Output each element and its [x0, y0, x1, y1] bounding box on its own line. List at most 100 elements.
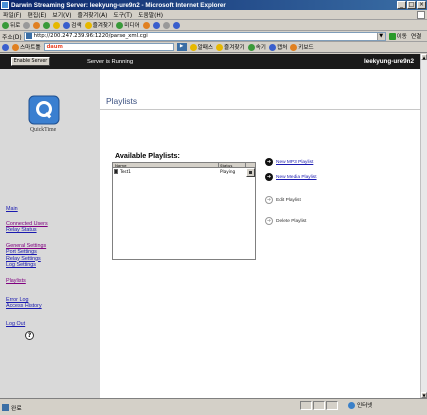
shorthand-label: 속기: [255, 45, 266, 51]
alpass-button[interactable]: 알패스: [189, 43, 213, 51]
nav-group-main: Main: [6, 206, 18, 212]
delete-playlist-action[interactable]: ➜ Delete Playlist: [265, 217, 306, 225]
quicktime-logo-text: QuickTime: [30, 127, 57, 133]
web-page: Enable Server Server is Running leekyung…: [0, 54, 420, 398]
minimize-button[interactable]: _: [397, 1, 406, 9]
menu-file[interactable]: 파일(F): [3, 10, 22, 19]
nav-group-logs: Error Log Access History: [6, 297, 42, 310]
title-divider: [100, 109, 420, 110]
nav-group-logout: Log Out: [6, 321, 25, 327]
ie-icon: [1, 1, 9, 9]
enable-server-button[interactable]: Enable Server: [11, 57, 50, 66]
maximize-button[interactable]: □: [407, 1, 416, 9]
new-media-playlist-link[interactable]: New Media Playlist: [276, 175, 317, 180]
forward-arrow-icon: [23, 21, 31, 29]
home-icon: [53, 21, 61, 29]
edit-playlist-action[interactable]: ➜ Edit Playlist: [265, 196, 301, 204]
smart-tool-button[interactable]: 스마트툴: [12, 43, 41, 51]
sidebar-item-relay-status[interactable]: Relay Status: [6, 227, 48, 233]
shorthand-button[interactable]: 속기: [247, 43, 266, 51]
menu-edit[interactable]: 편집(E): [28, 10, 47, 19]
server-hostname: leekyung-ure9n2: [363, 58, 414, 65]
search-toolbar: 스마트툴 daum ▶ 알패스 즐겨찾기 속기 캡처 키보드: [0, 42, 427, 53]
page-scrollbar[interactable]: ▲ ▼: [420, 54, 427, 398]
go-arrow-icon: [388, 32, 396, 40]
window-title: Darwin Streaming Server: leekyung-ure9n2…: [11, 1, 226, 9]
film-icon: [114, 168, 118, 174]
new-mp3-playlist-action[interactable]: ➜ New MP3 Playlist: [265, 158, 313, 166]
bookmarks-button[interactable]: 즐겨찾기: [216, 43, 245, 51]
go-button[interactable]: 이동: [388, 32, 407, 40]
refresh-icon: [43, 21, 51, 29]
capture-label: 캡처: [276, 45, 288, 51]
menu-help[interactable]: 도움말(H): [138, 10, 163, 19]
messenger-button[interactable]: [172, 21, 180, 29]
new-mp3-playlist-link[interactable]: New MP3 Playlist: [276, 160, 313, 165]
media-button[interactable]: 미디어: [116, 21, 140, 29]
address-input[interactable]: http://200.247.239.96:1220/parse_xml.cgi…: [23, 31, 386, 41]
bookmarks-label: 즐겨찾기: [224, 45, 245, 51]
media-icon: [116, 21, 124, 29]
go-label: 이동: [396, 34, 407, 40]
star-icon: [84, 21, 92, 29]
menu-view[interactable]: 보기(V): [52, 10, 71, 19]
history-button[interactable]: [142, 21, 150, 29]
close-button[interactable]: ×: [417, 1, 426, 9]
playlist-name-cell: Test1: [113, 168, 219, 174]
capture-icon: [268, 43, 276, 51]
new-media-playlist-action[interactable]: ➜ New Media Playlist: [265, 173, 317, 181]
sidebar-item-access-history[interactable]: Access History: [6, 303, 42, 309]
key-icon: [189, 43, 197, 51]
search-button[interactable]: 검색: [63, 21, 82, 29]
browser-toolbar: 뒤로 검색 즐겨찾기 미디어: [0, 20, 427, 31]
column-header-name[interactable]: Name: [113, 163, 219, 168]
scroll-up-icon[interactable]: ▲: [421, 54, 427, 60]
sidebar-item-log-out[interactable]: Log Out: [6, 321, 25, 327]
home-button[interactable]: [53, 21, 61, 29]
keyboard-button[interactable]: 키보드: [290, 43, 314, 51]
print-button[interactable]: [162, 21, 170, 29]
refresh-button[interactable]: [43, 21, 51, 29]
media-label: 미디어: [124, 23, 140, 29]
help-icon[interactable]: ?: [25, 331, 34, 340]
back-arrow-icon: [2, 21, 9, 29]
nav-group-settings: General Settings Port Settings Relay Set…: [6, 243, 46, 268]
window-titlebar[interactable]: Darwin Streaming Server: leekyung-ure9n2…: [0, 0, 427, 10]
forward-button[interactable]: [23, 21, 31, 29]
playlist-scroll-button[interactable]: [246, 168, 255, 177]
table-row[interactable]: Test1 Playing: [113, 168, 255, 174]
sidebar-item-log-settings[interactable]: Log Settings: [6, 262, 46, 268]
address-dropdown[interactable]: ▼: [376, 32, 385, 40]
search-brand: daum: [46, 44, 63, 50]
sidebar-item-playlists[interactable]: Playlists: [6, 278, 26, 284]
search-input[interactable]: daum: [43, 43, 174, 51]
column-header-status[interactable]: Status: [219, 163, 246, 168]
server-header: Enable Server Server is Running leekyung…: [0, 54, 420, 69]
sidebar-item-relay-settings[interactable]: Relay Settings: [6, 256, 46, 262]
back-button[interactable]: 뒤로: [2, 21, 20, 29]
arrow-right-icon: ➜: [265, 173, 273, 181]
arrow-right-icon: ➜: [265, 217, 273, 225]
sidebar: QuickTime Main Connected Users Relay Sta…: [0, 69, 100, 398]
capture-button[interactable]: 캡처: [268, 43, 288, 51]
playlist-list[interactable]: Name Status Test1 Playing: [112, 162, 256, 260]
links-label[interactable]: 연결: [411, 32, 421, 40]
smart-tool-icon: [12, 43, 19, 51]
favorites-button[interactable]: 즐겨찾기: [84, 21, 114, 29]
sidebar-item-main[interactable]: Main: [6, 206, 18, 212]
status-segment: [326, 401, 338, 410]
history-icon: [142, 21, 150, 29]
zone-label: 인터넷: [357, 403, 373, 409]
mail-button[interactable]: [152, 21, 160, 29]
back-label: 뒤로: [10, 23, 21, 29]
menu-tools[interactable]: 도구(T): [113, 10, 132, 19]
search-go-button[interactable]: ▶: [176, 43, 187, 51]
menu-favorites[interactable]: 즐겨찾기(A): [78, 10, 108, 19]
favorites-label: 즐겨찾기: [92, 23, 114, 29]
daum-logo-icon: [2, 43, 9, 51]
stop-button[interactable]: [33, 21, 41, 29]
page-title: Playlists: [106, 96, 138, 106]
arrow-right-icon: ➜: [265, 196, 273, 204]
window-controls: _ □ ×: [397, 1, 426, 9]
address-bar: 주소(D) http://200.247.239.96:1220/parse_x…: [0, 31, 427, 42]
